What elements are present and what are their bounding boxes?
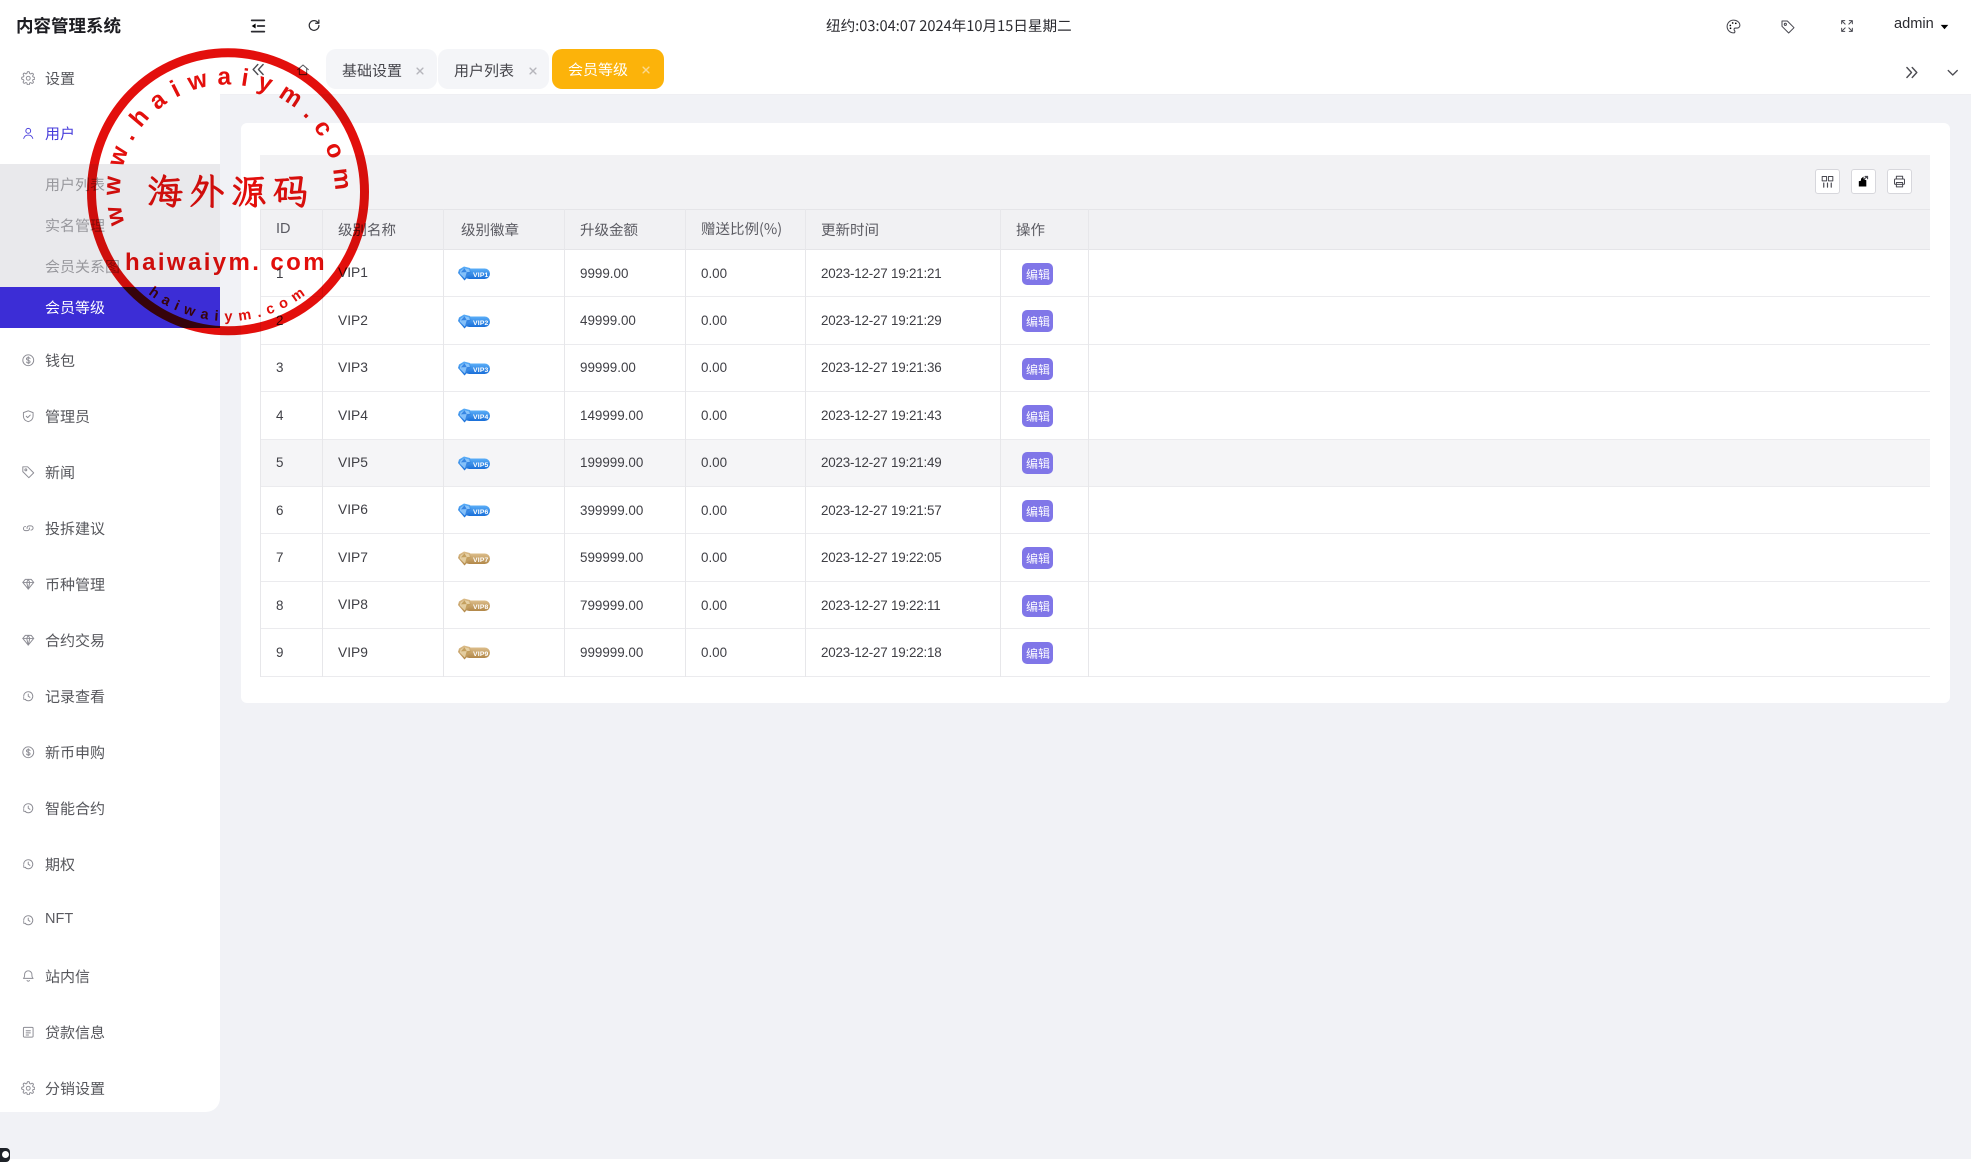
svg-text:VIP8: VIP8 xyxy=(473,604,489,611)
svg-text:VIP9: VIP9 xyxy=(473,652,489,659)
svg-text:VIP7: VIP7 xyxy=(473,557,489,564)
svg-text:VIP4: VIP4 xyxy=(473,415,489,422)
svg-text:VIP6: VIP6 xyxy=(473,509,489,516)
svg-text:VIP5: VIP5 xyxy=(473,462,489,469)
